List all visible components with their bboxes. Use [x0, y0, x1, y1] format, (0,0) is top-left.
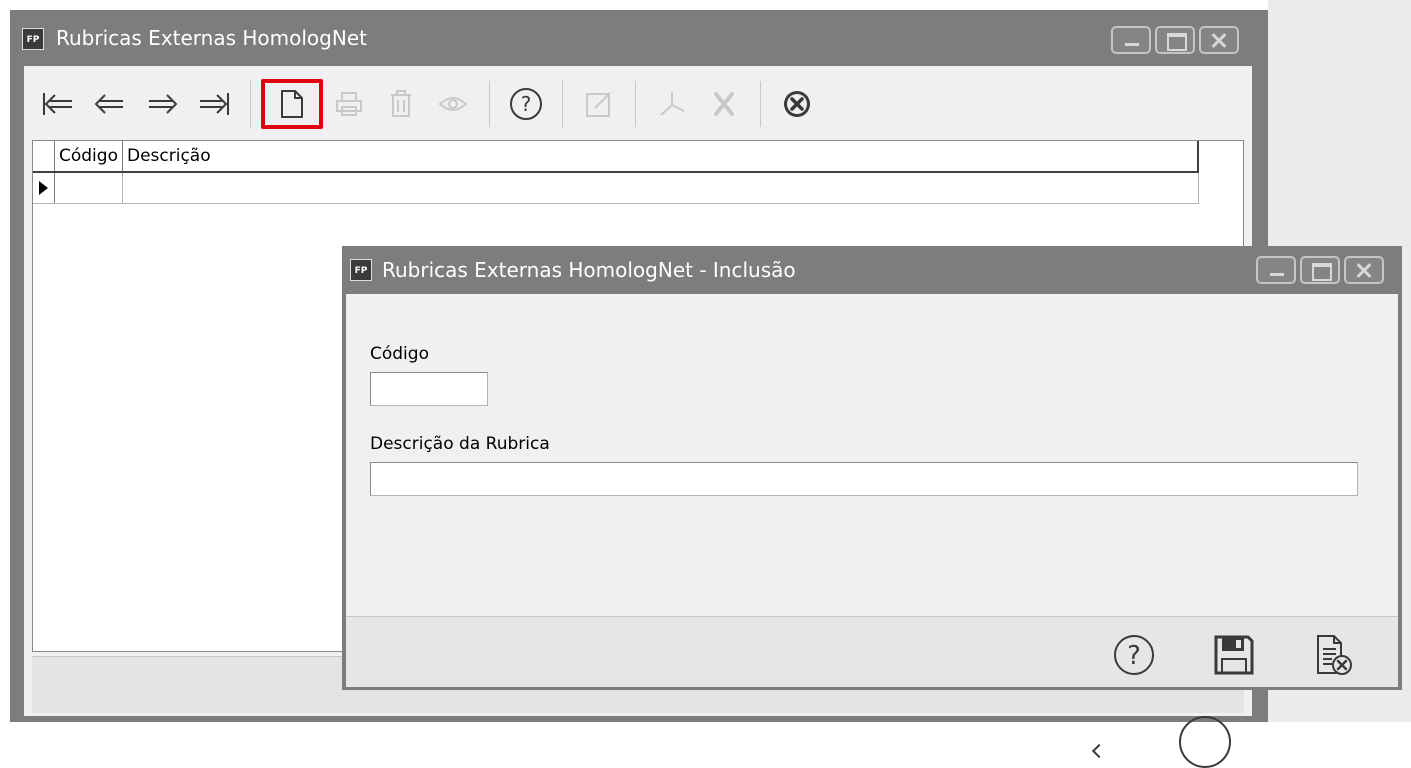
dialog-save-button[interactable] — [1210, 631, 1258, 679]
prev-icon — [94, 94, 123, 114]
toolbar-separator — [250, 81, 251, 127]
first-icon — [43, 93, 72, 115]
cell-descricao[interactable] — [123, 173, 1199, 203]
dialog-app-icon: FP — [350, 259, 372, 281]
svg-text:?: ? — [1127, 641, 1141, 671]
last-icon — [200, 93, 229, 115]
dialog-window-controls — [1256, 256, 1384, 284]
save-icon — [1214, 635, 1254, 675]
previous-record-button[interactable] — [84, 78, 136, 130]
print-button[interactable] — [323, 78, 375, 130]
grid-indicator-header — [33, 141, 55, 171]
excel-icon — [714, 92, 734, 116]
help-icon: ? — [510, 88, 542, 120]
inclusion-dialog: FP Rubricas Externas HomologNet - Inclus… — [342, 246, 1402, 690]
codigo-input[interactable] — [370, 372, 488, 406]
next-record-button[interactable] — [136, 78, 188, 130]
toolbar-separator — [760, 81, 761, 127]
dialog-footer: ? — [346, 616, 1398, 687]
new-document-icon — [281, 90, 303, 118]
footer-help-icon[interactable] — [1179, 716, 1231, 768]
toolbar-separator — [635, 81, 636, 127]
close-module-button[interactable] — [771, 78, 823, 130]
dialog-close-button[interactable] — [1344, 256, 1384, 284]
toolbar-separator — [489, 81, 490, 127]
dialog-maximize-button[interactable] — [1300, 256, 1340, 284]
view-button[interactable] — [427, 78, 479, 130]
dialog-client-area: Código Descrição da Rubrica ? — [346, 294, 1398, 687]
main-window-title: Rubricas Externas HomologNet — [56, 26, 367, 50]
eye-icon — [438, 97, 468, 111]
help-button[interactable]: ? — [500, 78, 552, 130]
edit-button[interactable] — [573, 78, 625, 130]
column-header-codigo[interactable]: Código — [55, 141, 123, 171]
new-record-button[interactable] — [261, 79, 323, 129]
cell-codigo[interactable] — [55, 173, 123, 203]
dialog-cancel-button[interactable] — [1310, 631, 1358, 679]
edit-icon — [586, 92, 611, 117]
close-circle-icon — [784, 91, 810, 117]
cancel-document-icon — [1317, 635, 1352, 675]
grid-header: Código Descrição — [33, 141, 1199, 173]
first-record-button[interactable] — [32, 78, 84, 130]
help-icon: ? — [1114, 635, 1154, 675]
dialog-title: Rubricas Externas HomologNet - Inclusão — [382, 258, 796, 282]
descricao-rubrica-input[interactable] — [370, 462, 1358, 496]
dialog-titlebar[interactable]: FP Rubricas Externas HomologNet - Inclus… — [342, 246, 1402, 294]
next-icon — [149, 94, 178, 114]
footer-partial-icon — [1091, 743, 1107, 759]
toolbar: ? — [32, 74, 1236, 134]
main-titlebar[interactable]: FP Rubricas Externas HomologNet — [10, 10, 1268, 66]
print-icon — [336, 92, 362, 116]
svg-text:?: ? — [521, 92, 532, 116]
toolbar-separator — [562, 81, 563, 127]
codigo-label: Código — [370, 344, 429, 364]
row-indicator-icon — [33, 173, 55, 203]
dialog-help-button[interactable]: ? — [1110, 631, 1158, 679]
main-window-controls — [1111, 26, 1239, 54]
app-icon: FP — [22, 28, 44, 50]
delete-button[interactable] — [375, 78, 427, 130]
pdf-icon — [660, 92, 685, 116]
trash-icon — [391, 90, 411, 117]
table-row[interactable] — [33, 173, 1199, 204]
column-header-descricao[interactable]: Descrição — [123, 141, 1199, 171]
export-excel-button[interactable] — [698, 78, 750, 130]
minimize-button[interactable] — [1111, 26, 1151, 54]
export-pdf-button[interactable] — [646, 78, 698, 130]
maximize-button[interactable] — [1155, 26, 1195, 54]
last-record-button[interactable] — [188, 78, 240, 130]
close-window-button[interactable] — [1199, 26, 1239, 54]
descricao-rubrica-label: Descrição da Rubrica — [370, 434, 550, 454]
dialog-minimize-button[interactable] — [1256, 256, 1296, 284]
